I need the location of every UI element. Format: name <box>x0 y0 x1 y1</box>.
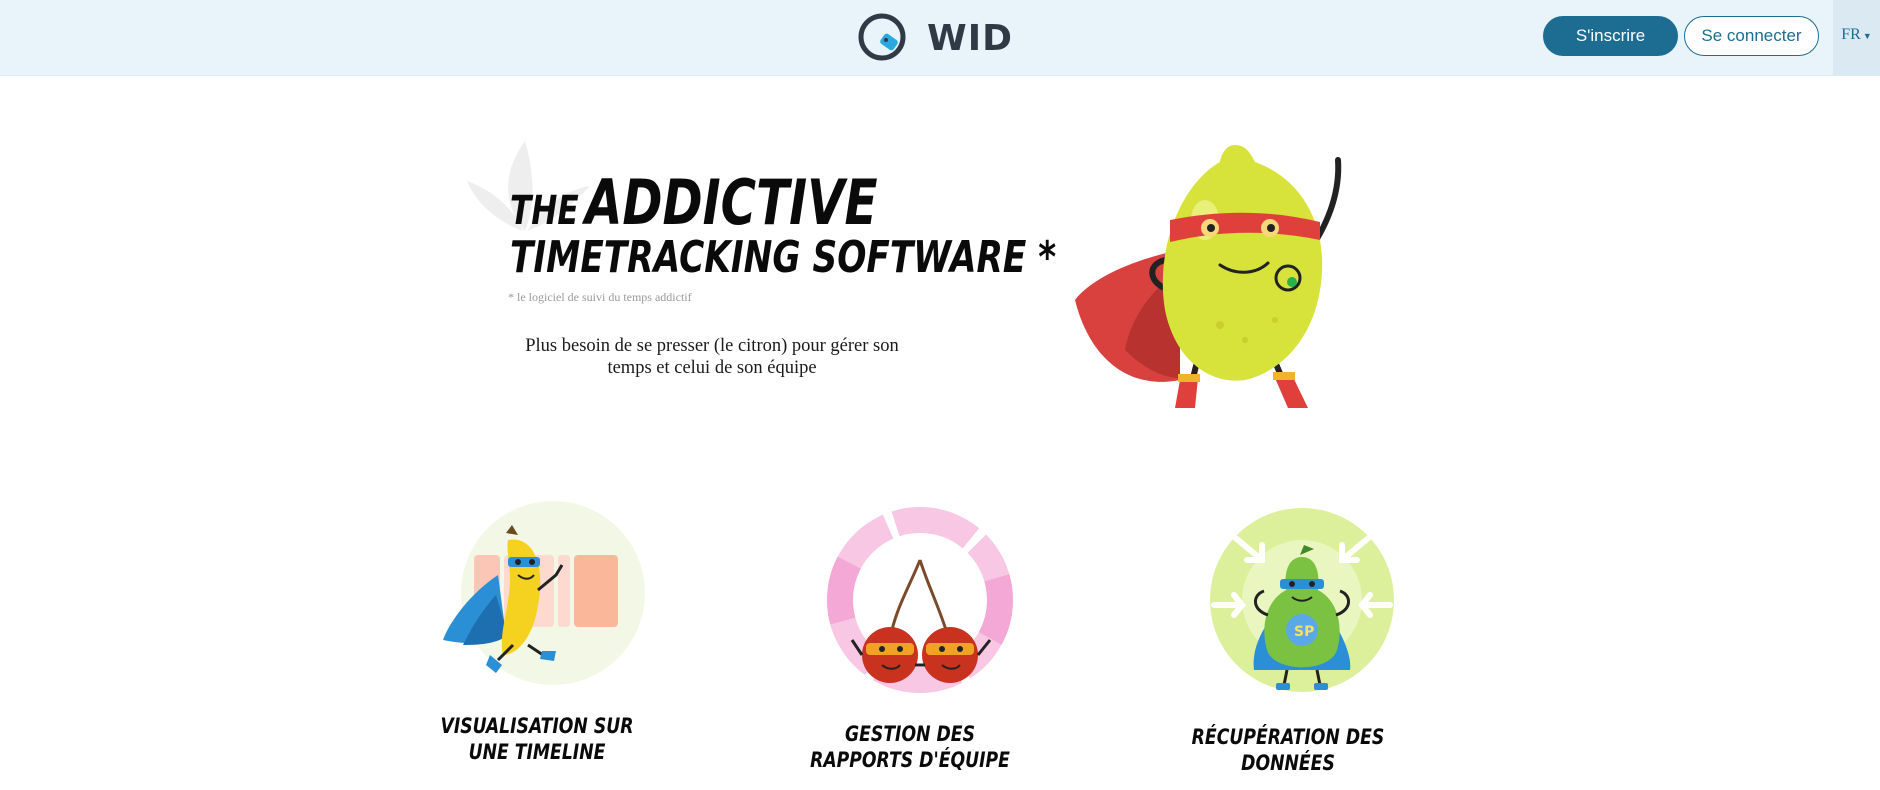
hero-title-line2: TIMETRACKING SOFTWARE * <box>510 232 1057 283</box>
language-label: FR <box>1841 26 1861 43</box>
top-header: WID S'inscrire Se connecter FR ▼ <box>0 0 1880 76</box>
login-button[interactable]: Se connecter <box>1684 16 1819 56</box>
brand-logo[interactable]: WID <box>857 10 1013 66</box>
feature-title-team-reports: GESTION DES RAPPORTS D'ÉQUIPE <box>810 722 1010 772</box>
feature-title-timeline: VISUALISATION SUR UNE TIMELINE <box>440 714 634 764</box>
cherries-team-reports-illustration <box>827 507 1013 693</box>
hero-footnote: * le logiciel de suivi du temps addictif <box>508 290 692 304</box>
wid-logo-icon <box>858 13 906 61</box>
language-selector[interactable]: FR ▼ <box>1833 0 1880 76</box>
pear-data-recovery-illustration: SP <box>1210 508 1394 692</box>
feature-title-data-recovery: RÉCUPÉRATION DES DONNÉES <box>1191 725 1385 775</box>
caret-down-icon: ▼ <box>1862 31 1872 41</box>
hero-title-the: THE <box>510 188 579 234</box>
svg-text:SP: SP <box>1294 624 1314 640</box>
hero-title-addictive: ADDICTIVE <box>584 166 878 239</box>
signup-button[interactable]: S'inscrire <box>1543 16 1678 56</box>
hero-description: Plus besoin de se presser (le citron) po… <box>525 336 899 378</box>
lemon-superhero-illustration <box>1075 145 1342 408</box>
brand-name: WID <box>927 17 1013 59</box>
banana-timeline-illustration <box>443 501 645 685</box>
hero-title: THE ADDICTIVE TIMETRACKING SOFTWARE * <box>510 172 1056 280</box>
